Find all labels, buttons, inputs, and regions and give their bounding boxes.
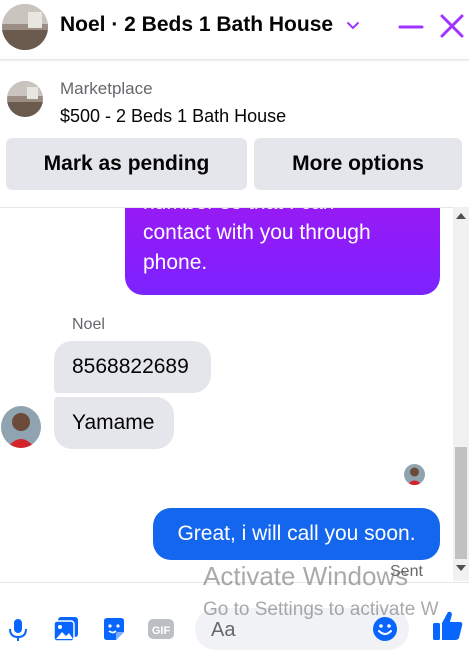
- listing-title: $500 - 2 Beds 1 Bath House: [60, 106, 287, 126]
- scroll-down-arrow[interactable]: [456, 565, 466, 571]
- listing-source: Marketplace: [60, 79, 153, 98]
- contact-avatar[interactable]: [1, 406, 41, 448]
- close-icon[interactable]: [438, 12, 466, 40]
- minimize-icon[interactable]: [398, 14, 424, 40]
- outgoing-message: number so that I can contact with you th…: [125, 208, 440, 295]
- incoming-message: Yamame: [54, 397, 174, 449]
- gif-icon[interactable]: GIF: [147, 615, 175, 643]
- sticker-icon[interactable]: [100, 615, 128, 643]
- message-line: phone.: [143, 251, 208, 274]
- message-line: number so that I can: [143, 208, 422, 218]
- scroll-up-arrow[interactable]: [456, 213, 466, 219]
- message-thread[interactable]: number so that I can contact with you th…: [0, 207, 469, 581]
- message-line: contact with you through: [143, 221, 371, 244]
- marketplace-listing[interactable]: Marketplace $500 - 2 Beds 1 Bath House: [0, 62, 469, 136]
- thumbs-up-icon[interactable]: [430, 608, 466, 644]
- scrollbar-thumb[interactable]: [455, 447, 467, 559]
- message-input-placeholder: Aa: [211, 619, 236, 641]
- svg-text:GIF: GIF: [152, 625, 171, 637]
- message-status: Sent: [390, 563, 423, 580]
- incoming-message: 8568822689: [54, 341, 211, 393]
- scrollbar[interactable]: [453, 207, 469, 581]
- listing-avatar[interactable]: [2, 4, 48, 50]
- sender-name: Noel: [72, 316, 105, 333]
- more-options-button[interactable]: More options: [254, 138, 462, 190]
- photo-icon[interactable]: [52, 615, 80, 643]
- chevron-down-icon[interactable]: [344, 17, 362, 35]
- emoji-icon[interactable]: [371, 615, 399, 643]
- mark-as-pending-button[interactable]: Mark as pending: [6, 138, 247, 190]
- microphone-icon[interactable]: [4, 615, 32, 643]
- chat-header: Noel · 2 Beds 1 Bath House: [0, 0, 469, 60]
- chat-title[interactable]: Noel · 2 Beds 1 Bath House: [60, 13, 333, 37]
- message-input[interactable]: Aa: [195, 608, 409, 650]
- outgoing-message: Great, i will call you soon.: [153, 508, 440, 560]
- seen-indicator-avatar: [404, 464, 425, 485]
- message-composer: GIF Aa: [0, 582, 469, 664]
- listing-thumbnail: [7, 81, 43, 117]
